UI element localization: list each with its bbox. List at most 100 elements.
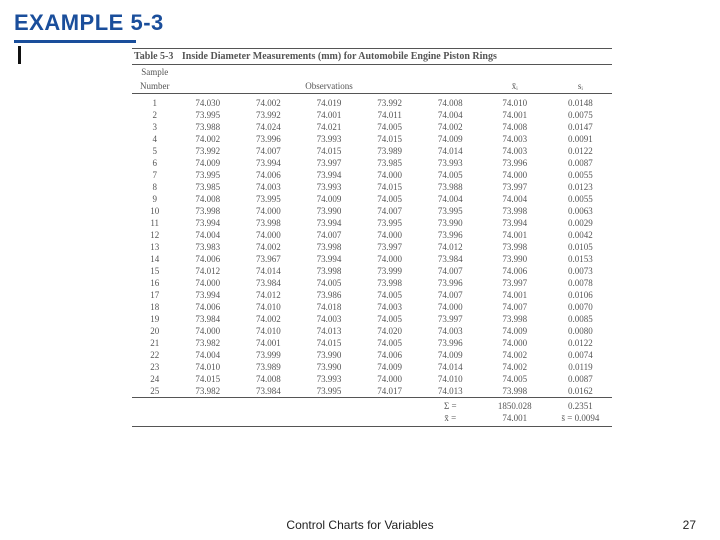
table-cell: 74.006 bbox=[481, 265, 549, 277]
table-cell: 22 bbox=[132, 349, 177, 361]
table-cell: 74.006 bbox=[177, 253, 238, 265]
table-cell: 73.997 bbox=[481, 277, 549, 289]
table-cell: 73.996 bbox=[238, 133, 299, 145]
table-cell: 73.992 bbox=[177, 145, 238, 157]
table-cell: 73.994 bbox=[481, 217, 549, 229]
table-cell: 0.0122 bbox=[549, 145, 612, 157]
table-cell: 74.014 bbox=[420, 145, 481, 157]
table-cell: 4 bbox=[132, 133, 177, 145]
table-cell: 74.009 bbox=[359, 361, 420, 373]
table-cell: 73.998 bbox=[481, 205, 549, 217]
table-cell: 73.984 bbox=[420, 253, 481, 265]
table-cell: 0.0080 bbox=[549, 325, 612, 337]
table-cell: 73.998 bbox=[299, 265, 360, 277]
table-cell: 74.008 bbox=[177, 193, 238, 205]
col-sample: Sample bbox=[132, 65, 177, 79]
table-cell: 74.009 bbox=[177, 157, 238, 169]
table-cell: 0.0085 bbox=[549, 313, 612, 325]
table-cell: 74.021 bbox=[299, 121, 360, 133]
table-cell: 74.007 bbox=[359, 205, 420, 217]
table-row: 2474.01574.00873.99374.00074.01074.0050.… bbox=[132, 373, 612, 385]
table-cell: 0.0162 bbox=[549, 385, 612, 398]
table-cell: 0.0153 bbox=[549, 253, 612, 265]
table-cell: 73.998 bbox=[177, 205, 238, 217]
table-cell: 0.0078 bbox=[549, 277, 612, 289]
table-cell: 73.997 bbox=[299, 157, 360, 169]
table-row: 2374.01073.98973.99074.00974.01474.0020.… bbox=[132, 361, 612, 373]
table-cell: 74.000 bbox=[359, 229, 420, 241]
table-cell: 74.001 bbox=[299, 109, 360, 121]
table-cell: 73.967 bbox=[238, 253, 299, 265]
table-cell: 18 bbox=[132, 301, 177, 313]
table-cell: 74.002 bbox=[420, 121, 481, 133]
table-cell: 0.0105 bbox=[549, 241, 612, 253]
table-cell: 2 bbox=[132, 109, 177, 121]
table-cell: 73.996 bbox=[420, 277, 481, 289]
table-cell: 8 bbox=[132, 181, 177, 193]
table-cell: 73.992 bbox=[359, 94, 420, 110]
table-cell: 74.012 bbox=[177, 265, 238, 277]
col-observations: Observations bbox=[177, 79, 480, 94]
table-cell: 73.982 bbox=[177, 337, 238, 349]
table-row: 974.00873.99574.00974.00574.00474.0040.0… bbox=[132, 193, 612, 205]
table-row: 773.99574.00673.99474.00074.00574.0000.0… bbox=[132, 169, 612, 181]
table-cell: 13 bbox=[132, 241, 177, 253]
table-row: 174.03074.00274.01973.99274.00874.0100.0… bbox=[132, 94, 612, 110]
table-cell: 74.009 bbox=[481, 325, 549, 337]
table-cell: 73.995 bbox=[238, 193, 299, 205]
table-cell: 73.997 bbox=[359, 241, 420, 253]
table-cell: 73.993 bbox=[299, 181, 360, 193]
table-cell: 74.001 bbox=[238, 337, 299, 349]
table-cell: 73.994 bbox=[177, 289, 238, 301]
table-row: 1474.00673.96773.99474.00073.98473.9900.… bbox=[132, 253, 612, 265]
table-cell: 74.003 bbox=[299, 313, 360, 325]
summary-row-sum: Σ = 1850.028 0.2351 bbox=[132, 398, 612, 413]
table-row: 1173.99473.99873.99473.99573.99073.9940.… bbox=[132, 217, 612, 229]
table-cell: 74.002 bbox=[177, 133, 238, 145]
table-row: 373.98874.02474.02174.00574.00274.0080.0… bbox=[132, 121, 612, 133]
table-cell: 74.000 bbox=[359, 253, 420, 265]
table-row: 2573.98273.98473.99574.01774.01373.9980.… bbox=[132, 385, 612, 398]
table-cell: 0.0042 bbox=[549, 229, 612, 241]
table-cell: 74.007 bbox=[238, 145, 299, 157]
table-cell: 73.988 bbox=[420, 181, 481, 193]
col-si: sᵢ bbox=[549, 79, 612, 94]
table-cell: 73.986 bbox=[299, 289, 360, 301]
table-cell: 74.003 bbox=[481, 145, 549, 157]
table-cell: 74.014 bbox=[238, 265, 299, 277]
table-cell: 74.006 bbox=[238, 169, 299, 181]
table-cell: 14 bbox=[132, 253, 177, 265]
table-cell: 74.000 bbox=[238, 229, 299, 241]
table-cell: 0.0106 bbox=[549, 289, 612, 301]
table-cell: 74.019 bbox=[299, 94, 360, 110]
table-cell: 74.008 bbox=[420, 94, 481, 110]
table-cell: 73.984 bbox=[177, 313, 238, 325]
table-row: 474.00273.99673.99374.01574.00974.0030.0… bbox=[132, 133, 612, 145]
table-cell: 73.985 bbox=[177, 181, 238, 193]
table-cell: 74.000 bbox=[177, 277, 238, 289]
table-cell: 74.011 bbox=[359, 109, 420, 121]
text-cursor bbox=[18, 46, 21, 64]
table-cell: 74.004 bbox=[481, 193, 549, 205]
table-cell: 73.994 bbox=[299, 217, 360, 229]
table-row: 1874.00674.01074.01874.00374.00074.0070.… bbox=[132, 301, 612, 313]
table-cell: 73.998 bbox=[359, 277, 420, 289]
table-cell: 74.005 bbox=[481, 373, 549, 385]
table-cell: 74.024 bbox=[238, 121, 299, 133]
table-cell: 73.985 bbox=[359, 157, 420, 169]
summary-row-mean: x̄̄ = 74.001 s̄ = 0.0094 bbox=[132, 412, 612, 424]
table-cell: 73.988 bbox=[177, 121, 238, 133]
table-cell: 74.005 bbox=[359, 121, 420, 133]
table-cell: 74.015 bbox=[177, 373, 238, 385]
table-cell: 74.000 bbox=[238, 205, 299, 217]
table-cell: 74.003 bbox=[238, 181, 299, 193]
table-cell: 74.004 bbox=[177, 229, 238, 241]
table-cell: 0.0147 bbox=[549, 121, 612, 133]
table-cell: 73.998 bbox=[238, 217, 299, 229]
table-cell: 73.982 bbox=[177, 385, 238, 398]
table-cell: 0.0122 bbox=[549, 337, 612, 349]
table-cell: 73.996 bbox=[420, 337, 481, 349]
table-cell: 74.000 bbox=[481, 337, 549, 349]
table-cell: 25 bbox=[132, 385, 177, 398]
table-cell: 74.004 bbox=[177, 349, 238, 361]
